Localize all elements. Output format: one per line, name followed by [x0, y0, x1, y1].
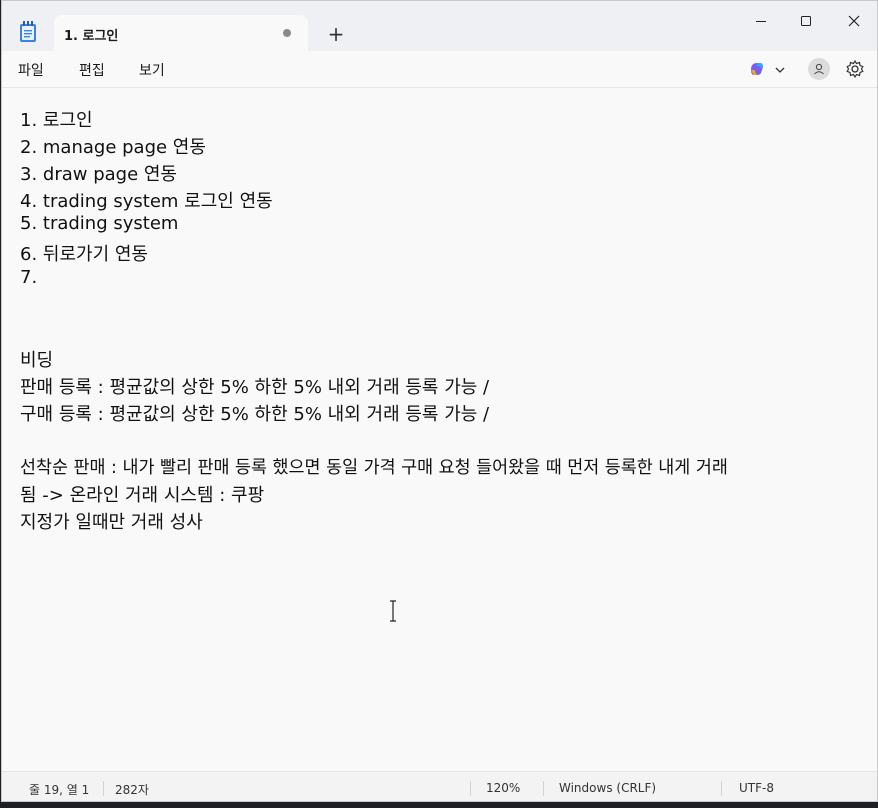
- editor-line: 지정가 일때만 거래 성사: [20, 512, 203, 533]
- status-bar: 줄 19, 열 1 282자 120% Windows (CRLF) UTF-8: [2, 771, 877, 801]
- menu-view[interactable]: 보기: [139, 60, 165, 80]
- tab-document[interactable]: 1. 로그인: [54, 15, 308, 51]
- status-divider: [470, 781, 471, 796]
- editor-line: 됨 -> 온라인 거래 시스템 : 쿠팡: [20, 485, 265, 506]
- notepad-icon: [18, 21, 38, 43]
- editor-line: 선착순 판매 : 내가 빨리 판매 등록 했으면 동일 가격 구매 요청 들어왔…: [20, 458, 728, 478]
- editor-line: 3. draw page 연동: [20, 164, 177, 185]
- menu-edit[interactable]: 편집: [79, 60, 105, 80]
- editor-line: 비딩: [20, 350, 54, 371]
- cursor-position[interactable]: 줄 19, 열 1: [29, 781, 89, 798]
- editor-line: 6. 뒤로가기 연동: [20, 244, 148, 265]
- gear-icon[interactable]: [845, 59, 865, 79]
- maximize-button[interactable]: [783, 9, 829, 37]
- text-editor[interactable]: 1. 로그인 2. manage page 연동 3. draw page 연동…: [2, 88, 877, 771]
- minimize-icon: [756, 21, 766, 22]
- chevron-down-icon[interactable]: [773, 62, 787, 76]
- menu-bar: 파일 편집 보기: [2, 51, 877, 88]
- line-ending[interactable]: Windows (CRLF): [559, 781, 656, 795]
- editor-line: 7.: [20, 267, 38, 288]
- close-button[interactable]: [831, 9, 877, 37]
- maximize-icon: [801, 16, 811, 26]
- menu-file[interactable]: 파일: [18, 60, 44, 80]
- editor-line: 판매 등록 : 평균값의 상한 5% 하한 5% 내외 거래 등록 가능 /: [20, 377, 490, 398]
- editor-line: 구매 등록 : 평균값의 상한 5% 하한 5% 내외 거래 등록 가능 /: [20, 404, 490, 425]
- status-divider: [721, 781, 722, 796]
- editor-line: 1. 로그인: [20, 110, 93, 131]
- notepad-window: 1. 로그인 + 파일 편집 보기 1. 로그인 2. manage page …: [1, 0, 878, 802]
- status-divider: [103, 781, 104, 796]
- minimize-button[interactable]: [738, 9, 784, 37]
- editor-line: 5. trading system: [20, 213, 179, 234]
- editor-line: 4. trading system 로그인 연동: [20, 191, 273, 212]
- text-cursor-icon: [388, 600, 398, 622]
- encoding[interactable]: UTF-8: [739, 781, 774, 795]
- plus-icon[interactable]: +: [324, 23, 348, 47]
- copilot-icon[interactable]: [748, 60, 766, 78]
- status-divider: [543, 781, 544, 796]
- zoom-level[interactable]: 120%: [486, 781, 520, 795]
- close-icon: [848, 15, 860, 27]
- tab-title: 1. 로그인: [64, 29, 119, 44]
- unsaved-dot-icon[interactable]: [283, 29, 291, 37]
- account-icon[interactable]: [808, 58, 830, 80]
- character-count: 282자: [115, 783, 149, 797]
- title-bar[interactable]: 1. 로그인 +: [2, 1, 877, 51]
- editor-line: 2. manage page 연동: [20, 137, 206, 158]
